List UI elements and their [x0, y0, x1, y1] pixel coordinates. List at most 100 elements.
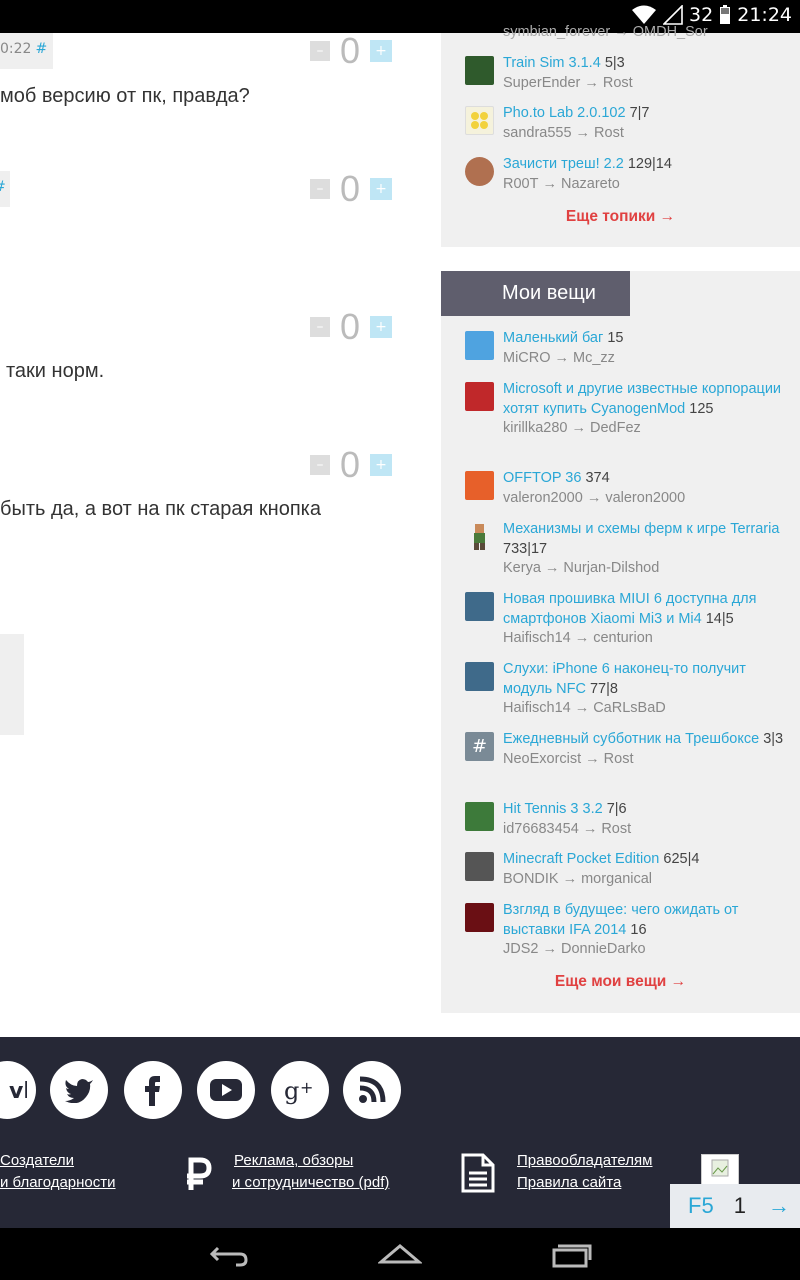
- vote-up-button[interactable]: +: [370, 454, 392, 476]
- ads-link[interactable]: Реклама, обзоры: [234, 1150, 353, 1172]
- google-plus-icon[interactable]: g +: [271, 1061, 329, 1119]
- wifi-icon: [632, 5, 657, 24]
- thing-last-poster[interactable]: CaRLsBaD: [593, 700, 666, 716]
- list-item[interactable]: OFFTOP 36 374 valeron2000 → valeron2000: [465, 469, 795, 508]
- thing-author[interactable]: JDS2: [503, 941, 538, 957]
- back-icon[interactable]: [208, 1238, 250, 1274]
- list-item[interactable]: Microsoft и другие известные корпорации …: [465, 380, 795, 439]
- refresh-button[interactable]: F5: [688, 1193, 714, 1219]
- rightholders-link[interactable]: Правообладателям: [517, 1150, 652, 1172]
- arrow-icon: →: [554, 349, 570, 366]
- thing-title[interactable]: Слухи: iPhone 6 наконец-то получит модул…: [503, 661, 746, 697]
- vote-down-button[interactable]: –: [310, 317, 330, 337]
- thing-author[interactable]: id76683454: [503, 821, 579, 837]
- comment-permalink[interactable]: #: [35, 41, 47, 57]
- avatar: [465, 662, 494, 691]
- facebook-icon[interactable]: [124, 1061, 182, 1119]
- list-item[interactable]: Pho.to Lab 2.0.102 7|7 sandra555 → Rost: [465, 104, 795, 143]
- thing-last-poster[interactable]: Rost: [601, 821, 631, 837]
- thing-title[interactable]: Маленький баг: [503, 330, 603, 346]
- list-item[interactable]: # Ежедневный субботник на Трешбоксе 3|3 …: [465, 730, 795, 769]
- thing-last-poster[interactable]: Nurjan-Dilshod: [563, 560, 659, 576]
- vote-up-button[interactable]: +: [370, 40, 392, 62]
- thing-last-poster[interactable]: morganical: [581, 871, 652, 887]
- thing-author[interactable]: kirillka280: [503, 420, 567, 436]
- list-item[interactable]: Зачисти треш! 2.2 129|14 R00T → Nazareto: [465, 155, 795, 194]
- thing-author[interactable]: Haifisch14: [503, 700, 571, 716]
- avatar: [465, 382, 494, 411]
- list-item[interactable]: Маленький баг 15 MiCRO → Mc_zz: [465, 329, 795, 368]
- thing-last-poster[interactable]: Rost: [604, 751, 634, 767]
- vote-widget: – 0 +: [310, 33, 392, 69]
- thing-last-poster[interactable]: DedFez: [590, 420, 641, 436]
- clock: 21:24: [737, 4, 792, 26]
- navigation-bar: [0, 1228, 800, 1280]
- topic-author[interactable]: R00T: [503, 176, 538, 192]
- topic-last-poster[interactable]: Rost: [603, 75, 633, 91]
- thing-title[interactable]: Механизмы и схемы ферм к игре Terraria: [503, 521, 779, 537]
- list-item[interactable]: Hit Tennis 3 3.2 7|6 id76683454 → Rost: [465, 800, 795, 839]
- topic-title[interactable]: Pho.to Lab 2.0.102: [503, 105, 626, 121]
- thing-author[interactable]: MiCRO: [503, 350, 551, 366]
- topic-title[interactable]: Train Sim 3.1.4: [503, 55, 601, 71]
- thing-title[interactable]: Microsoft и другие известные корпорации …: [503, 381, 781, 417]
- twitter-icon[interactable]: [50, 1061, 108, 1119]
- rss-icon[interactable]: [343, 1061, 401, 1119]
- vote-up-button[interactable]: +: [370, 316, 392, 338]
- thing-title[interactable]: Hit Tennis 3 3.2: [503, 801, 603, 817]
- avatar: [465, 592, 494, 621]
- vote-down-button[interactable]: –: [310, 455, 330, 475]
- thing-last-poster[interactable]: Mc_zz: [573, 350, 615, 366]
- thing-title[interactable]: Minecraft Pocket Edition: [503, 851, 659, 867]
- topic-author[interactable]: sandra555: [503, 125, 572, 141]
- ruble-icon: [183, 1156, 213, 1196]
- vk-icon[interactable]: vk: [0, 1061, 36, 1119]
- more-topics-link[interactable]: Еще топики →: [441, 208, 800, 226]
- vote-down-button[interactable]: –: [310, 41, 330, 61]
- more-things-link[interactable]: Еще мои вещи →: [441, 973, 800, 991]
- topic-last-poster[interactable]: Rost: [594, 125, 624, 141]
- cooperation-link[interactable]: и сотрудничество (pdf): [232, 1172, 389, 1194]
- avatar: [465, 802, 494, 831]
- thing-title[interactable]: OFFTOP 36: [503, 470, 581, 486]
- home-icon[interactable]: [376, 1238, 424, 1274]
- arrow-icon: →: [575, 124, 591, 141]
- topic-title[interactable]: Зачисти треш! 2.2: [503, 156, 624, 172]
- thing-title[interactable]: Ежедневный субботник на Трешбоксе: [503, 731, 759, 747]
- rules-link[interactable]: Правила сайта: [517, 1172, 621, 1194]
- topic-author[interactable]: SuperEnder: [503, 75, 580, 91]
- youtube-icon[interactable]: [197, 1061, 255, 1119]
- signal-icon: [663, 5, 683, 25]
- list-item[interactable]: Взгляд в будущее: чего ожидать от выстав…: [465, 901, 795, 960]
- thing-last-poster[interactable]: centurion: [593, 630, 653, 646]
- list-item[interactable]: Новая прошивка MIUI 6 доступна для смарт…: [465, 590, 795, 649]
- avatar: [465, 56, 494, 85]
- topic-count: 129|14: [627, 156, 672, 172]
- avatar: [465, 471, 494, 500]
- thing-author[interactable]: BONDIK: [503, 871, 559, 887]
- recents-icon[interactable]: [550, 1238, 592, 1274]
- list-item[interactable]: Train Sim 3.1.4 5|3 SuperEnder → Rost: [465, 54, 795, 93]
- thing-title[interactable]: Взгляд в будущее: чего ожидать от выстав…: [503, 902, 738, 938]
- vote-up-button[interactable]: +: [370, 178, 392, 200]
- list-item[interactable]: Слухи: iPhone 6 наконец-то получит модул…: [465, 660, 795, 719]
- thing-author[interactable]: valeron2000: [503, 490, 583, 506]
- page-number: 1: [733, 1193, 746, 1218]
- list-item[interactable]: Minecraft Pocket Edition 625|4 BONDIK → mo…: [465, 850, 795, 889]
- arrow-icon: →: [585, 750, 600, 767]
- thing-author[interactable]: NeoExorcist: [503, 751, 581, 767]
- thanks-link[interactable]: и благодарности: [0, 1172, 116, 1194]
- thing-author[interactable]: Kerya: [503, 560, 541, 576]
- vote-widget: – 0 +: [310, 447, 392, 483]
- thing-last-poster[interactable]: valeron2000: [605, 490, 685, 506]
- next-page-button[interactable]: →: [768, 1193, 790, 1219]
- list-item[interactable]: Механизмы и схемы ферм к игре Terraria 7…: [465, 520, 795, 579]
- vote-down-button[interactable]: –: [310, 179, 330, 199]
- reply-box[interactable]: [0, 634, 24, 735]
- thing-last-poster[interactable]: DonnieDarko: [561, 941, 646, 957]
- creators-link[interactable]: Создатели: [0, 1150, 74, 1172]
- topic-last-poster[interactable]: Nazareto: [561, 176, 620, 192]
- thing-author[interactable]: Haifisch14: [503, 630, 571, 646]
- comment-permalink[interactable]: #: [0, 179, 6, 195]
- comment-score: 0: [339, 306, 361, 347]
